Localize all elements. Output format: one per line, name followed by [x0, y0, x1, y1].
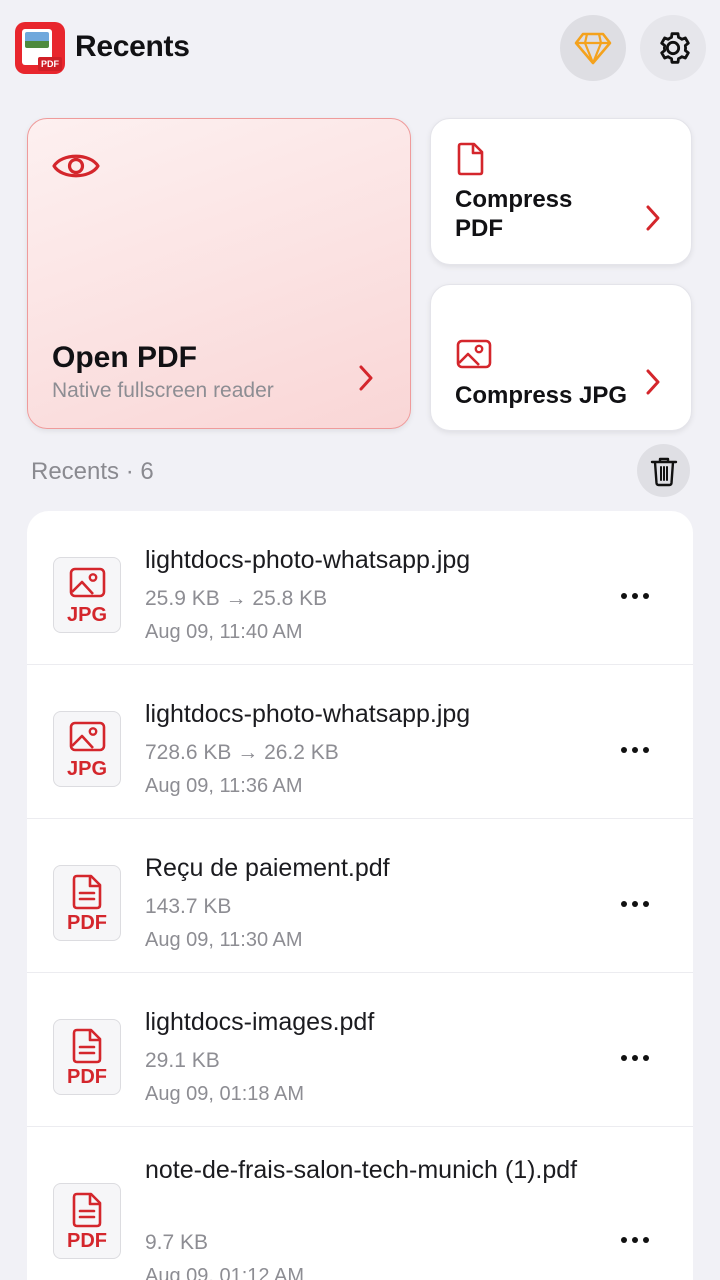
file-name: Reçu de paiement.pdf — [145, 854, 390, 882]
file-type-label: JPG — [66, 604, 108, 626]
more-options-icon[interactable] — [615, 1043, 655, 1073]
file-size: 143.7 KB — [145, 895, 232, 918]
file-name: lightdocs-photo-whatsapp.jpg — [145, 546, 471, 574]
file-size: 29.1 KB — [145, 1049, 220, 1072]
file-type-label: JPG — [66, 758, 108, 780]
file-date: Aug 09, 11:40 AM — [145, 621, 303, 643]
more-options-icon[interactable] — [615, 581, 655, 611]
file-row[interactable]: JPG lightdocs-photo-whatsapp.jpg 25.9 KB… — [27, 511, 693, 665]
premium-button[interactable] — [560, 15, 626, 81]
file-date: Aug 09, 01:18 AM — [145, 1083, 305, 1105]
file-date: Aug 09, 01:12 AM — [145, 1265, 305, 1280]
file-row[interactable]: JPG lightdocs-photo-whatsapp.jpg 728.6 K… — [27, 665, 693, 819]
app-logo-badge: PDF — [38, 57, 62, 71]
clear-recents-button[interactable] — [637, 444, 690, 497]
eye-icon — [52, 154, 100, 178]
file-type-label: PDF — [67, 1066, 107, 1088]
file-size: 9.7 KB — [145, 1231, 209, 1254]
document-icon — [457, 142, 484, 176]
recents-count-label: Recents · 6 — [31, 458, 154, 485]
recents-screen: PDF Recents Open PDF Native fullscreen r… — [0, 0, 720, 1280]
file-name: lightdocs-photo-whatsapp.jpg — [145, 700, 471, 728]
pdf-file-icon: PDF — [53, 865, 121, 941]
jpg-file-icon: JPG — [53, 711, 121, 787]
compress-pdf-card[interactable]: Compress PDF — [430, 118, 692, 265]
app-header: PDF Recents — [0, 0, 720, 100]
file-row[interactable]: PDF Reçu de paiement.pdf 143.7 KB Aug 09… — [27, 819, 693, 973]
trash-icon — [650, 457, 677, 486]
file-type-label: PDF — [67, 912, 107, 934]
app-logo: PDF — [15, 22, 65, 74]
file-name: note-de-frais-salon-tech-munich (1).pdf — [145, 1156, 578, 1184]
chevron-right-icon — [359, 365, 373, 391]
open-pdf-subtitle: Native fullscreen reader — [52, 379, 274, 402]
more-options-icon[interactable] — [615, 1225, 655, 1255]
recent-files-list: JPG lightdocs-photo-whatsapp.jpg 25.9 KB… — [27, 511, 693, 1280]
open-pdf-title: Open PDF — [52, 341, 198, 374]
compress-pdf-label: Compress PDF — [455, 186, 573, 242]
gear-icon — [660, 32, 690, 64]
more-options-icon[interactable] — [615, 889, 655, 919]
settings-button[interactable] — [640, 15, 706, 81]
open-pdf-card[interactable]: Open PDF Native fullscreen reader — [27, 118, 411, 429]
file-date: Aug 09, 11:36 AM — [145, 775, 303, 797]
compress-jpg-card[interactable]: Compress JPG — [430, 284, 692, 431]
pdf-file-icon: PDF — [53, 1183, 121, 1259]
file-row[interactable]: PDF note-de-frais-salon-tech-munich (1).… — [27, 1127, 693, 1280]
file-type-label: PDF — [67, 1230, 107, 1252]
file-size: 25.9 KB → 25.8 KB — [145, 587, 328, 610]
image-icon — [456, 339, 492, 369]
diamond-icon — [574, 32, 612, 65]
page-title: Recents — [75, 30, 190, 63]
file-row[interactable]: PDF lightdocs-images.pdf 29.1 KB Aug 09,… — [27, 973, 693, 1127]
file-name: lightdocs-images.pdf — [145, 1008, 375, 1036]
file-date: Aug 09, 11:30 AM — [145, 929, 303, 951]
compress-jpg-label: Compress JPG — [455, 382, 628, 409]
chevron-right-icon — [646, 205, 660, 231]
more-options-icon[interactable] — [615, 735, 655, 765]
chevron-right-icon — [646, 369, 660, 395]
pdf-file-icon: PDF — [53, 1019, 121, 1095]
file-size: 728.6 KB → 26.2 KB — [145, 741, 339, 764]
jpg-file-icon: JPG — [53, 557, 121, 633]
